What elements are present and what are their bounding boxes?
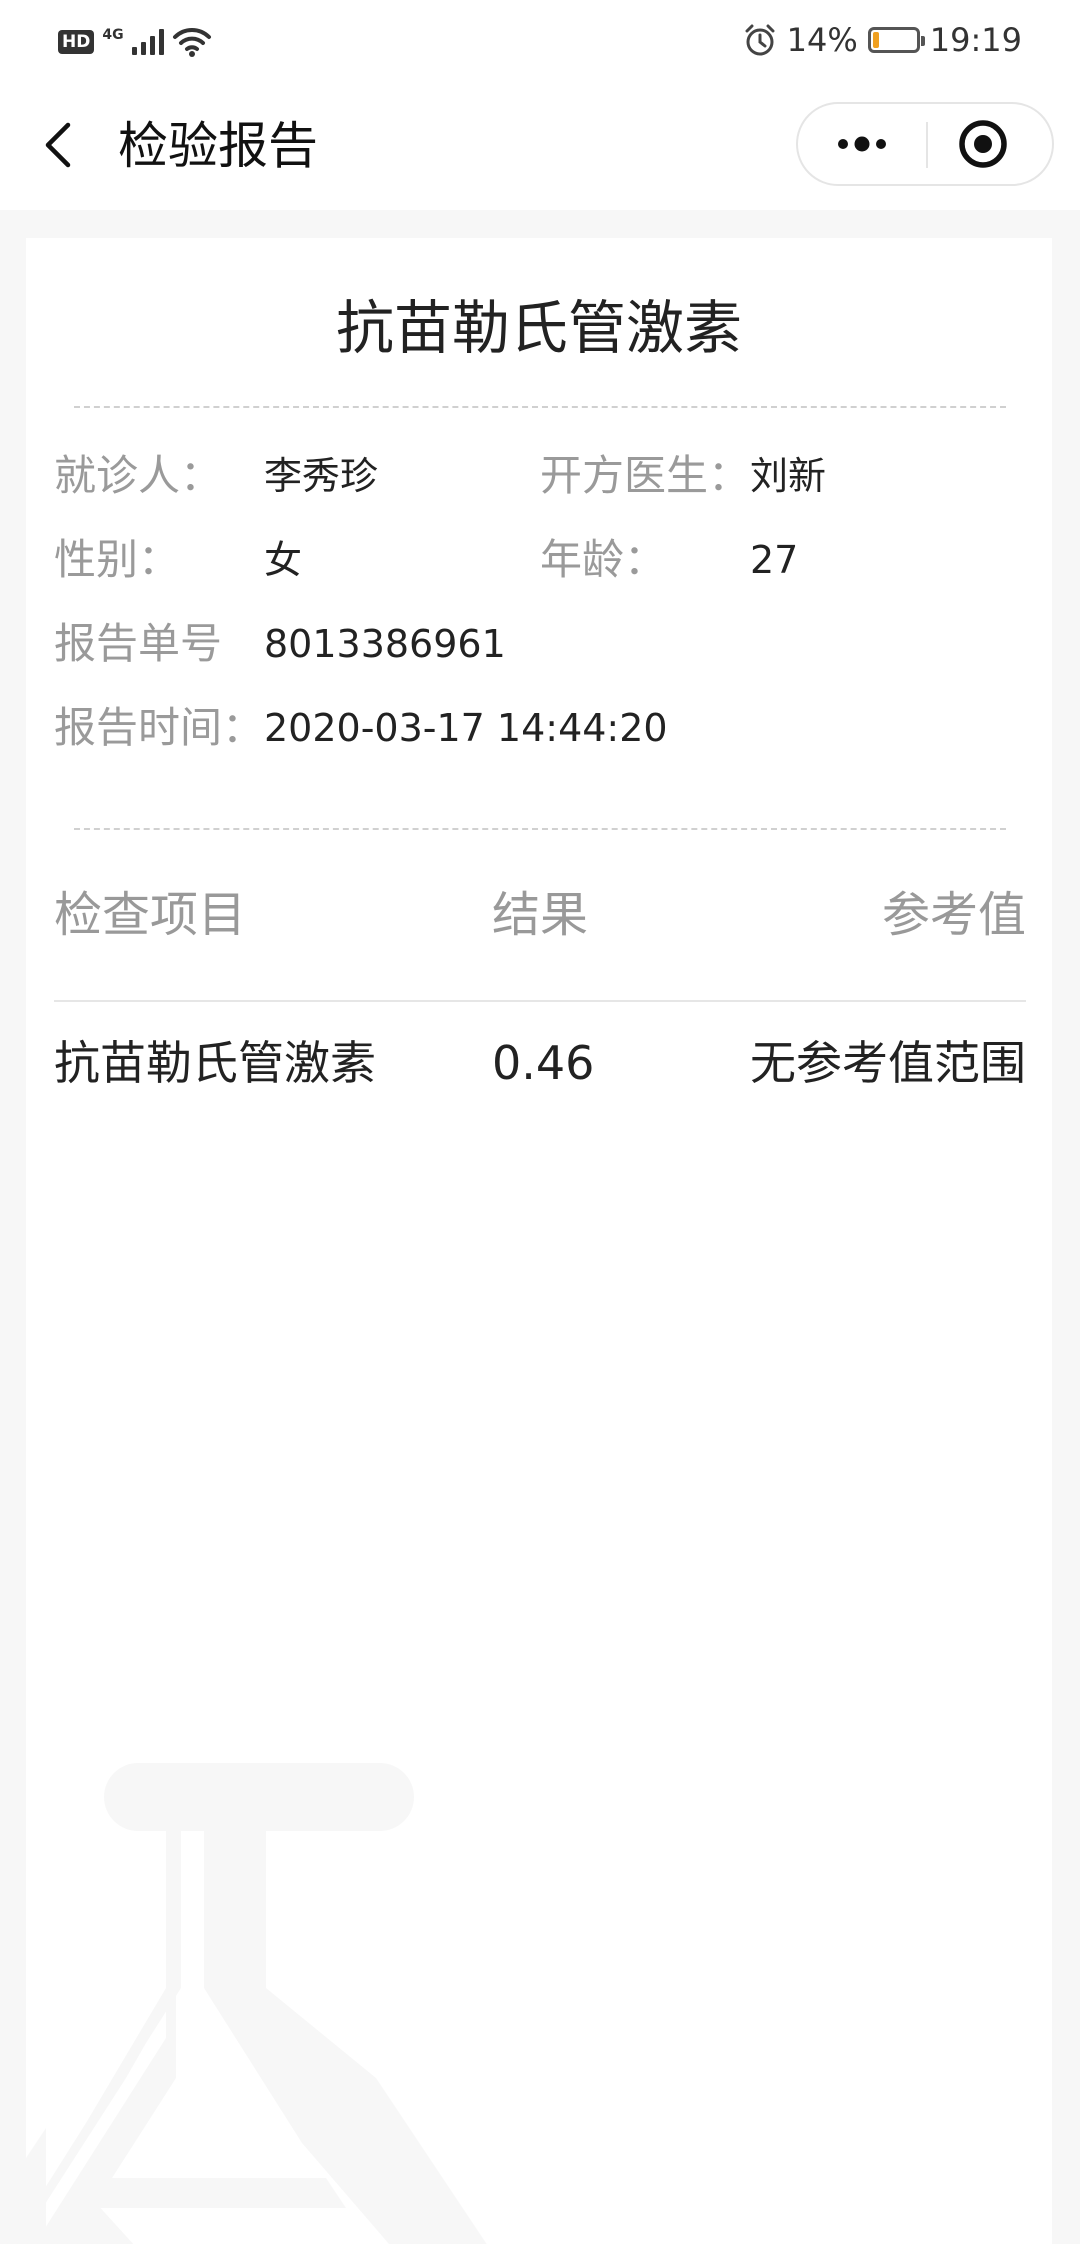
network-type: 4G <box>102 27 124 43</box>
more-button[interactable] <box>798 104 926 184</box>
chevron-left-icon <box>45 122 71 168</box>
alarm-icon <box>745 24 775 56</box>
signal-icon <box>131 29 164 55</box>
target-close-icon <box>959 120 1007 168</box>
nav-bar: 检验报告 <box>0 80 1080 210</box>
mini-program-capsule <box>796 102 1054 186</box>
column-header-item: 检查项目 <box>54 887 247 943</box>
hd-badge: HD <box>58 30 95 54</box>
wifi-icon <box>172 27 211 57</box>
page-title: 检验报告 <box>118 117 318 175</box>
row-reference: 无参考值范围 <box>750 1036 1026 1090</box>
patient-label: 就诊人： <box>54 451 223 500</box>
column-header-reference: 参考值 <box>881 887 1026 943</box>
battery-fill <box>872 32 879 48</box>
status-left: HD 4G <box>58 22 212 62</box>
age-label: 年龄： <box>540 535 667 584</box>
battery-percent: 14% <box>786 21 858 59</box>
dashed-divider-bottom <box>74 828 1006 830</box>
more-dots-icon <box>838 136 886 152</box>
age-value: 27 <box>750 538 799 582</box>
dashed-divider-top <box>74 406 1006 408</box>
doctor-value: 刘新 <box>750 454 827 498</box>
row-result: 0.46 <box>492 1036 595 1090</box>
report-number-label: 报告单号 <box>54 619 223 668</box>
battery-icon <box>867 27 925 53</box>
report-title: 抗苗勒氏管激素 <box>335 294 742 362</box>
gender-value: 女 <box>264 538 303 582</box>
report-number-value: 8013386961 <box>264 622 506 666</box>
status-right: 14% 19:19 <box>743 20 1022 60</box>
back-button[interactable] <box>36 115 80 175</box>
column-header-result: 结果 <box>492 887 589 943</box>
flask-watermark-icon <box>26 1763 487 2244</box>
table-header-divider <box>54 1000 1026 1002</box>
status-bar: HD 4G 14% 19:19 <box>0 0 1080 80</box>
clock: 19:19 <box>929 21 1022 59</box>
patient-value: 李秀珍 <box>264 454 379 498</box>
report-time-value: 2020-03-17 14:44:20 <box>264 706 668 750</box>
report-time-label: 报告时间： <box>54 703 265 752</box>
gender-label: 性别： <box>54 535 181 584</box>
report-card: 抗苗勒氏管激素 就诊人： 李秀珍 开方医生： 刘新 性别： 女 年龄： 27 报… <box>26 238 1052 2244</box>
close-button[interactable] <box>928 104 1052 184</box>
doctor-label: 开方医生： <box>540 451 751 500</box>
row-item: 抗苗勒氏管激素 <box>54 1036 376 1090</box>
